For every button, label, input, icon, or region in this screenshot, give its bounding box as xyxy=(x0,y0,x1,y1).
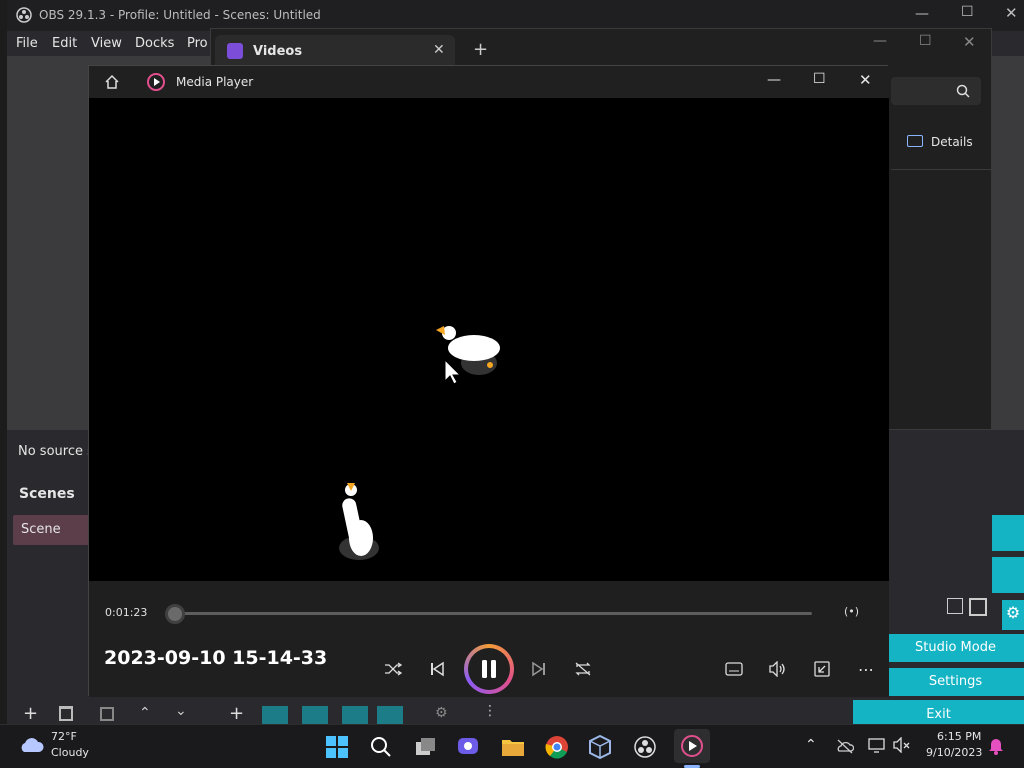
exit-button[interactable]: Exit xyxy=(853,700,1024,724)
clock-time[interactable]: 6:15 PM xyxy=(937,730,981,743)
grid-view-icon[interactable] xyxy=(969,598,987,616)
obs-title-bar: OBS 29.1.3 - Profile: Untitled - Scenes:… xyxy=(7,0,1024,31)
no-source-text: No source s xyxy=(7,432,97,472)
volume-icon[interactable] xyxy=(764,655,792,683)
volume-muted-icon[interactable] xyxy=(893,737,911,753)
pause-icon xyxy=(468,648,510,690)
mixer-settings-icon[interactable]: ⚙ xyxy=(435,705,448,721)
previous-icon[interactable] xyxy=(423,655,451,683)
scene-list-item[interactable]: Scene xyxy=(13,515,97,545)
videos-tab[interactable]: Videos ✕ xyxy=(215,35,455,68)
divider xyxy=(891,169,991,170)
network-icon[interactable] xyxy=(868,737,886,753)
cloud-icon[interactable] xyxy=(17,734,45,754)
obs-title-text: OBS 29.1.3 - Profile: Untitled - Scenes:… xyxy=(39,8,321,22)
media-player-title-bar: Media Player — ☐ ✕ xyxy=(89,66,889,98)
media-player-taskbar-icon[interactable] xyxy=(674,729,710,763)
obs-side-block xyxy=(992,515,1024,551)
tab-close-icon[interactable]: ✕ xyxy=(433,42,445,58)
menu-view[interactable]: View xyxy=(91,36,122,51)
chevron-up-icon[interactable]: ⌃ xyxy=(139,705,151,721)
obs-close-button[interactable]: ✕ xyxy=(1005,4,1018,22)
videos-minimize-button[interactable]: — xyxy=(873,33,887,49)
mouse-cursor xyxy=(444,358,462,385)
trash-icon[interactable] xyxy=(262,706,288,724)
more-options-icon[interactable]: ⋯ xyxy=(852,655,880,683)
add-source-icon[interactable]: + xyxy=(229,703,244,724)
video-canvas[interactable] xyxy=(89,98,889,581)
studio-mode-button[interactable]: Studio Mode xyxy=(887,634,1024,662)
search-icon xyxy=(956,84,970,98)
menu-file[interactable]: File xyxy=(16,36,38,51)
captions-icon[interactable] xyxy=(720,655,748,683)
add-scene-icon[interactable]: + xyxy=(23,703,38,724)
teams-chat-icon[interactable] xyxy=(455,733,483,761)
obs-logo-icon xyxy=(16,7,32,23)
gear-icon[interactable]: ⚙ xyxy=(1002,600,1024,630)
clock-date[interactable]: 9/10/2023 xyxy=(926,746,982,759)
gear-icon[interactable] xyxy=(302,706,328,724)
goose-sprite xyxy=(339,483,379,560)
media-player-window: Media Player — ☐ ✕ 0:01:23 (•) 2023-09-1… xyxy=(88,65,889,697)
next-icon[interactable] xyxy=(525,655,553,683)
video-frame xyxy=(339,326,500,560)
elapsed-time: 0:01:23 xyxy=(105,606,148,619)
details-pane-icon xyxy=(907,135,923,147)
cast-icon[interactable]: (•) xyxy=(844,605,859,618)
pause-button[interactable] xyxy=(464,644,514,694)
videos-close-button[interactable]: ✕ xyxy=(963,33,976,51)
new-tab-icon[interactable]: + xyxy=(473,39,488,60)
videos-maximize-button[interactable]: ☐ xyxy=(919,33,932,49)
media-player-logo-icon xyxy=(147,73,165,91)
list-view-icon[interactable] xyxy=(947,598,963,614)
obs-maximize-button[interactable]: ☐ xyxy=(961,4,974,20)
shuffle-icon[interactable] xyxy=(379,655,407,683)
obs-taskbar-icon[interactable] xyxy=(631,733,659,761)
menu-docks[interactable]: Docks xyxy=(135,36,174,51)
virtualbox-icon[interactable] xyxy=(586,733,614,761)
start-icon[interactable] xyxy=(323,733,351,761)
media-controls: 0:01:23 (•) 2023-09-10 15-14-33 ⋯ xyxy=(89,581,889,697)
mini-player-icon[interactable] xyxy=(808,655,836,683)
menu-profile[interactable]: Pro xyxy=(187,36,208,51)
chevron-up-icon[interactable] xyxy=(342,706,368,724)
seek-bar[interactable] xyxy=(174,612,812,615)
mp-close-button[interactable]: ✕ xyxy=(859,71,872,89)
home-icon[interactable] xyxy=(104,74,120,90)
repeat-icon[interactable] xyxy=(569,655,597,683)
trash-icon[interactable] xyxy=(59,706,73,721)
onedrive-icon[interactable] xyxy=(836,738,854,754)
scenes-header: Scenes xyxy=(19,486,75,502)
obs-minimize-button[interactable]: — xyxy=(915,6,929,22)
mp-minimize-button[interactable]: — xyxy=(767,72,781,88)
seek-thumb[interactable] xyxy=(165,604,185,624)
weather-desc[interactable]: Cloudy xyxy=(51,746,89,759)
chevron-up-icon[interactable]: ⌃ xyxy=(805,737,817,753)
details-button[interactable]: Details xyxy=(891,127,991,157)
task-view-icon[interactable] xyxy=(412,733,440,761)
videos-folder-icon xyxy=(227,43,243,59)
file-explorer-icon[interactable] xyxy=(499,733,527,761)
filter-icon[interactable] xyxy=(100,707,114,721)
mp-maximize-button[interactable]: ☐ xyxy=(813,71,826,87)
menu-edit[interactable]: Edit xyxy=(52,36,77,51)
notification-bell-icon[interactable] xyxy=(988,737,1004,755)
obs-side-block xyxy=(992,557,1024,593)
chrome-icon[interactable] xyxy=(543,733,571,761)
search-input[interactable] xyxy=(891,77,981,105)
videos-tab-label: Videos xyxy=(253,44,303,59)
more-icon[interactable]: ⋮ xyxy=(483,703,497,719)
taskbar: 72°F Cloudy ⌃ 6:15 PM 9/10/2023 xyxy=(0,724,1024,768)
weather-temp[interactable]: 72°F xyxy=(51,730,77,743)
chevron-down-icon[interactable] xyxy=(377,706,403,724)
search-icon[interactable] xyxy=(367,733,395,761)
chevron-down-icon[interactable]: ⌄ xyxy=(175,703,187,719)
settings-button[interactable]: Settings xyxy=(887,668,1024,696)
media-player-title: Media Player xyxy=(176,75,254,89)
media-file-name: 2023-09-10 15-14-33 xyxy=(104,647,328,669)
